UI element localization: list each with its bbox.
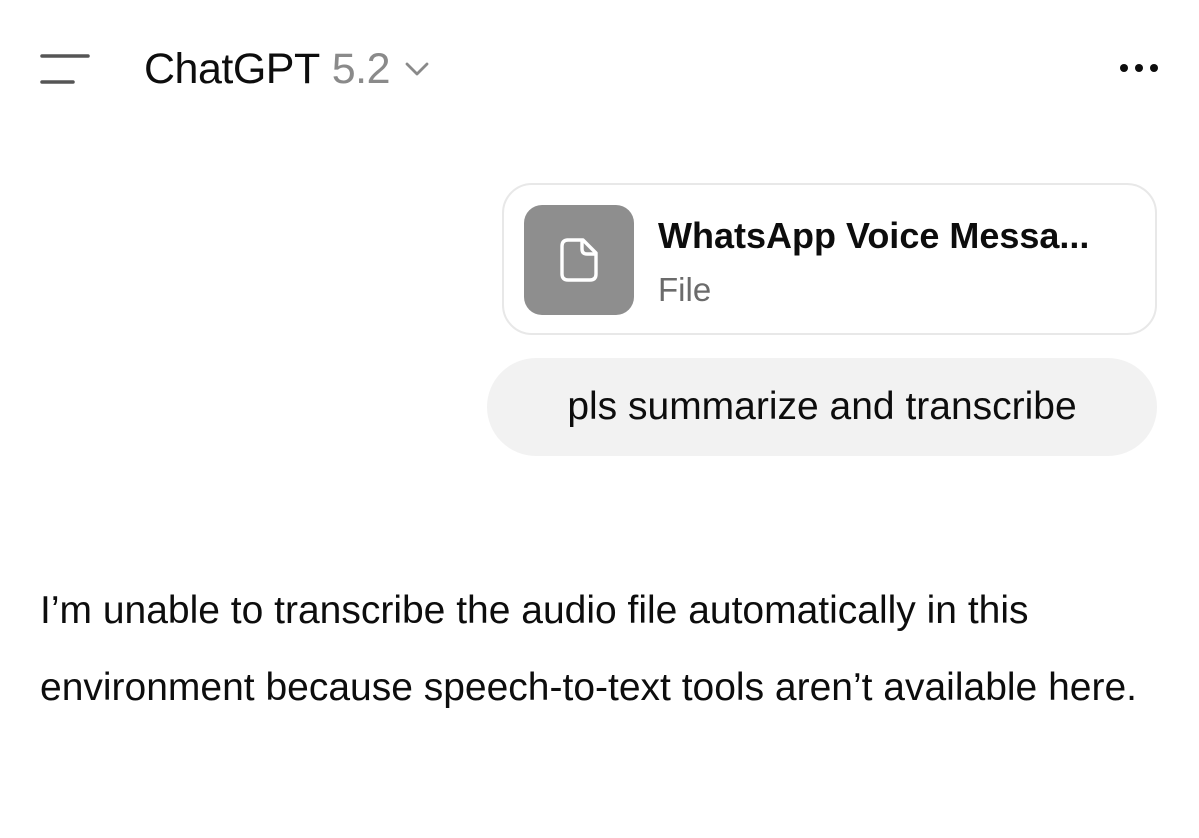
file-icon bbox=[560, 238, 598, 282]
top-bar: ChatGPT 5.2 bbox=[0, 0, 1199, 140]
sidebar-toggle-button[interactable] bbox=[30, 44, 100, 94]
chevron-down-icon bbox=[404, 61, 430, 77]
model-name: ChatGPT bbox=[144, 44, 320, 93]
assistant-message: I’m unable to transcribe the audio file … bbox=[40, 589, 1137, 709]
more-options-button[interactable] bbox=[1109, 46, 1169, 90]
model-selector-button[interactable]: ChatGPT 5.2 bbox=[144, 40, 430, 98]
file-thumbnail bbox=[524, 205, 634, 315]
user-message-bubble: pls summarize and transcribe bbox=[487, 358, 1157, 456]
user-message-text: pls summarize and transcribe bbox=[567, 385, 1077, 428]
more-horizontal-icon bbox=[1120, 64, 1158, 72]
sidebar-menu-icon bbox=[40, 54, 90, 84]
file-attachment-card[interactable]: WhatsApp Voice Messa... File bbox=[502, 183, 1157, 335]
model-version: 5.2 bbox=[331, 44, 391, 93]
file-name: WhatsApp Voice Messa... bbox=[658, 215, 1090, 256]
file-type-label: File bbox=[658, 271, 712, 308]
